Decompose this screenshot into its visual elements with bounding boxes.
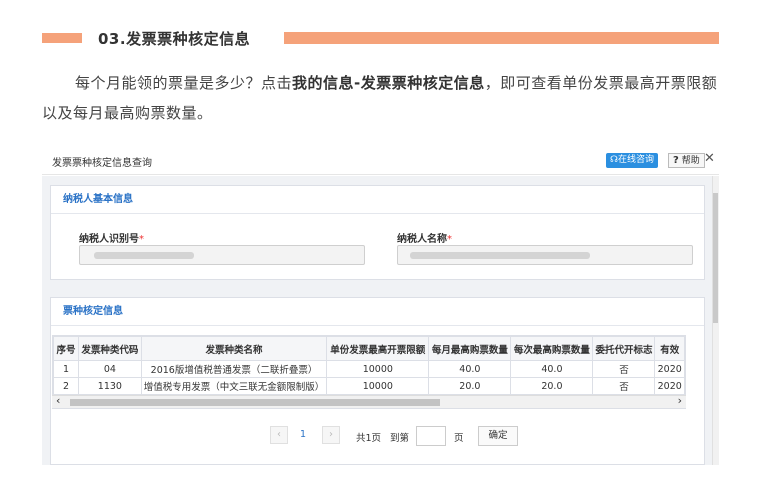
next-page-button[interactable]: › [322,426,340,444]
section-header: 03.发票票种核定信息 [42,28,719,48]
question-icon: ? [673,155,679,166]
table-cell: 否 [592,360,656,378]
para-before: 每个月能领的票量是多少？点击 [75,74,293,92]
table-cell: 10000 [326,377,430,395]
redacted-value [94,252,194,259]
taxpayer-panel-heading: 纳税人基本信息 [51,186,704,214]
invoice-panel-heading: 票种核定信息 [51,298,704,326]
column-header[interactable]: 发票种类名称 [140,336,328,361]
table-header-row: 序号 发票种类代码 发票种类名称 单份发票最高开票限额 每月最高购票数量 每次最… [53,336,685,361]
header-bar-left [42,33,82,43]
taxpayer-id-field[interactable] [79,245,365,265]
table-cell: 20.0 [510,377,594,395]
table-cell: 否 [592,377,656,395]
help-label: 帮助 [681,156,700,166]
required-mark: * [139,234,144,245]
taxpayer-name-label-text: 纳税人名称 [397,234,447,245]
window-titlebar: 发票票种核定信息查询 ☊在线咨询 ? 帮助 ✕ [42,145,719,175]
column-header[interactable]: 每月最高购票数量 [428,336,512,361]
vertical-scroll-thumb[interactable] [713,193,718,323]
column-header[interactable]: 委托代开标志 [592,336,656,361]
help-button[interactable]: ? 帮助 [668,153,705,168]
column-header[interactable]: 每次最高购票数量 [510,336,594,361]
online-consult-label: 在线咨询 [618,155,655,165]
table-cell: 40.0 [428,360,512,378]
headset-icon: ☊ [610,155,618,165]
taxpayer-panel: 纳税人基本信息 纳税人识别号* 纳税人名称* [50,185,705,280]
window-title: 发票票种核定信息查询 [52,158,152,169]
column-header[interactable]: 有效 [654,336,685,361]
goto-page-input[interactable] [416,426,446,446]
para-bold: 我的信息-发票票种核定信息 [292,74,485,92]
table-cell: 10000 [326,360,430,378]
required-mark: * [447,234,452,245]
online-consult-button[interactable]: ☊在线咨询 [606,153,659,168]
prev-page-button[interactable]: ‹ [270,426,288,444]
column-header[interactable]: 发票种类代码 [78,336,142,361]
table-cell: 2016版增值税普通发票（二联折叠票） [140,360,328,378]
total-pages: 共1页 [356,433,382,444]
page-unit-label: 页 [454,433,464,444]
current-page[interactable]: 1 [300,429,306,440]
table-cell: 增值税专用发票（中文三联无金额限制版） [140,377,328,395]
table-cell: 1130 [78,377,142,395]
horizontal-scrollbar[interactable]: ‹ › [52,394,686,408]
scroll-right-icon[interactable]: › [678,394,682,407]
table-cell: 20.0 [428,377,512,395]
query-window: 发票票种核定信息查询 ☊在线咨询 ? 帮助 ✕ 纳税人基本信息 纳税人识别号* … [42,145,719,465]
taxpayer-name-field[interactable] [397,245,693,265]
table-cell: 2020 [654,360,685,378]
intro-paragraph: 每个月能领的票量是多少？点击我的信息-发票票种核定信息，即可查看单份发票最高开票… [42,68,722,128]
horizontal-scroll-thumb[interactable] [70,399,440,406]
goto-label: 到第 [390,433,410,444]
table-cell: 40.0 [510,360,594,378]
table-row[interactable]: 2 1130 增值税专用发票（中文三联无金额限制版） 10000 20.0 20… [53,377,685,395]
table-cell: 1 [53,360,80,378]
table-cell: 2020 [654,377,685,395]
scroll-left-icon[interactable]: ‹ [56,394,60,407]
section-title: 03.发票票种核定信息 [98,30,251,48]
table-row[interactable]: 1 04 2016版增值税普通发票（二联折叠票） 10000 40.0 40.0… [53,360,685,378]
invoice-table: 序号 发票种类代码 发票种类名称 单份发票最高开票限额 每月最高购票数量 每次最… [53,336,685,395]
column-header[interactable]: 单份发票最高开票限额 [326,336,430,361]
taxpayer-id-label: 纳税人识别号* [79,230,144,245]
confirm-button[interactable]: 确定 [478,426,518,446]
header-bar-right [284,32,719,44]
taxpayer-name-label: 纳税人名称* [397,230,452,245]
column-header[interactable]: 序号 [53,336,80,361]
pagination: ‹ 1 › 共1页 到第 页 确定 [42,426,719,446]
close-icon[interactable]: ✕ [704,151,715,166]
redacted-value [410,252,590,259]
table-cell: 2 [53,377,80,395]
taxpayer-id-label-text: 纳税人识别号 [79,234,139,245]
table-cell: 04 [78,360,142,378]
